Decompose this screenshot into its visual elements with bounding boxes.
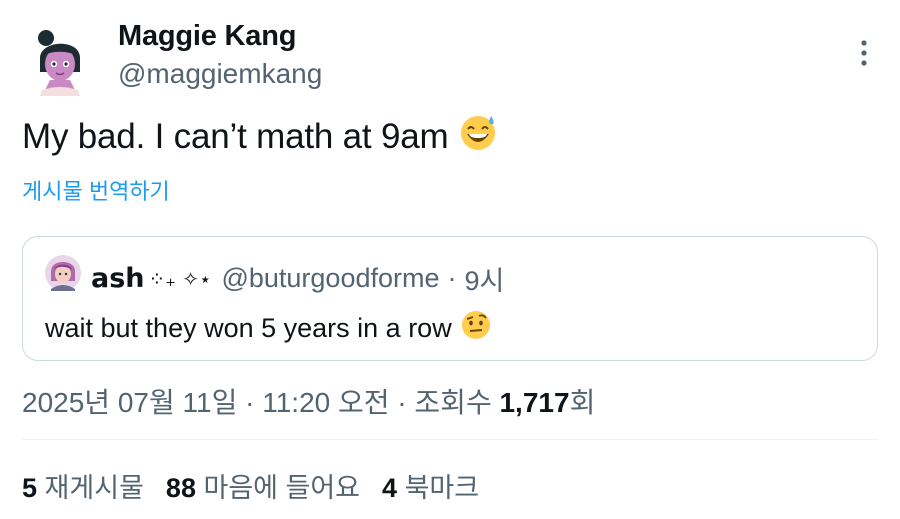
tweet-text-content: My bad. I can’t math at 9am — [22, 116, 449, 156]
quoted-tweet-card[interactable]: ash ⁘₊ ✧⋆ @buturgoodforme · 9시 wait but … — [22, 236, 878, 361]
quoted-text: wait but they won 5 years in a row — [45, 309, 492, 348]
quoted-avatar[interactable] — [45, 255, 81, 291]
tweet-time[interactable]: 11:20 오전 — [262, 387, 389, 418]
author-avatar[interactable] — [22, 20, 98, 96]
translate-post-link[interactable]: 게시물 번역하기 — [22, 174, 170, 206]
reposts-stat[interactable]: 5 재게시물 — [22, 466, 144, 505]
tweet-text: My bad. I can’t math at 9am — [22, 112, 498, 161]
views-label: 조회수 — [414, 387, 500, 418]
quoted-time[interactable]: 9시 — [465, 259, 505, 298]
views-count: 1,717 — [499, 387, 570, 418]
meta-separator: · — [237, 387, 263, 418]
raised-eyebrow-emoji — [460, 309, 492, 348]
reposts-count: 5 — [22, 473, 38, 503]
likes-count: 88 — [165, 473, 196, 503]
tweet-meta: 2025년 07월 11일 · 11:20 오전 · 조회수 1,717회 — [22, 381, 595, 421]
quoted-text-content: wait but they won 5 years in a row — [45, 313, 452, 343]
quoted-handle[interactable]: @buturgoodforme — [221, 263, 439, 294]
quoted-separator: · — [447, 263, 457, 293]
views-suffix: 회 — [569, 387, 596, 418]
bookmarks-label: 북마크 — [404, 473, 480, 503]
bookmarks-count: 4 — [382, 473, 398, 503]
quoted-name[interactable]: ash — [91, 263, 145, 294]
quoted-name-symbols: ⁘₊ ✧⋆ — [148, 266, 212, 291]
author-handle[interactable]: @maggiemkang — [118, 58, 322, 90]
more-vertical-icon[interactable] — [856, 38, 872, 68]
quoted-header: ash ⁘₊ ✧⋆ @buturgoodforme · 9시 — [91, 259, 504, 298]
sweat-smile-emoji — [458, 112, 498, 161]
engagement-stats: 5 재게시물 88 마음에 들어요 4 북마크 — [22, 466, 479, 505]
author-name[interactable]: Maggie Kang — [118, 20, 296, 53]
likes-stat[interactable]: 88 마음에 들어요 — [166, 466, 360, 505]
likes-label: 마음에 들어요 — [203, 473, 361, 503]
meta-separator: · — [389, 387, 415, 418]
divider — [22, 439, 878, 440]
tweet-date[interactable]: 2025년 07월 11일 — [22, 387, 237, 418]
reposts-label: 재게시물 — [44, 473, 144, 503]
bookmarks-stat[interactable]: 4 북마크 — [382, 466, 479, 505]
